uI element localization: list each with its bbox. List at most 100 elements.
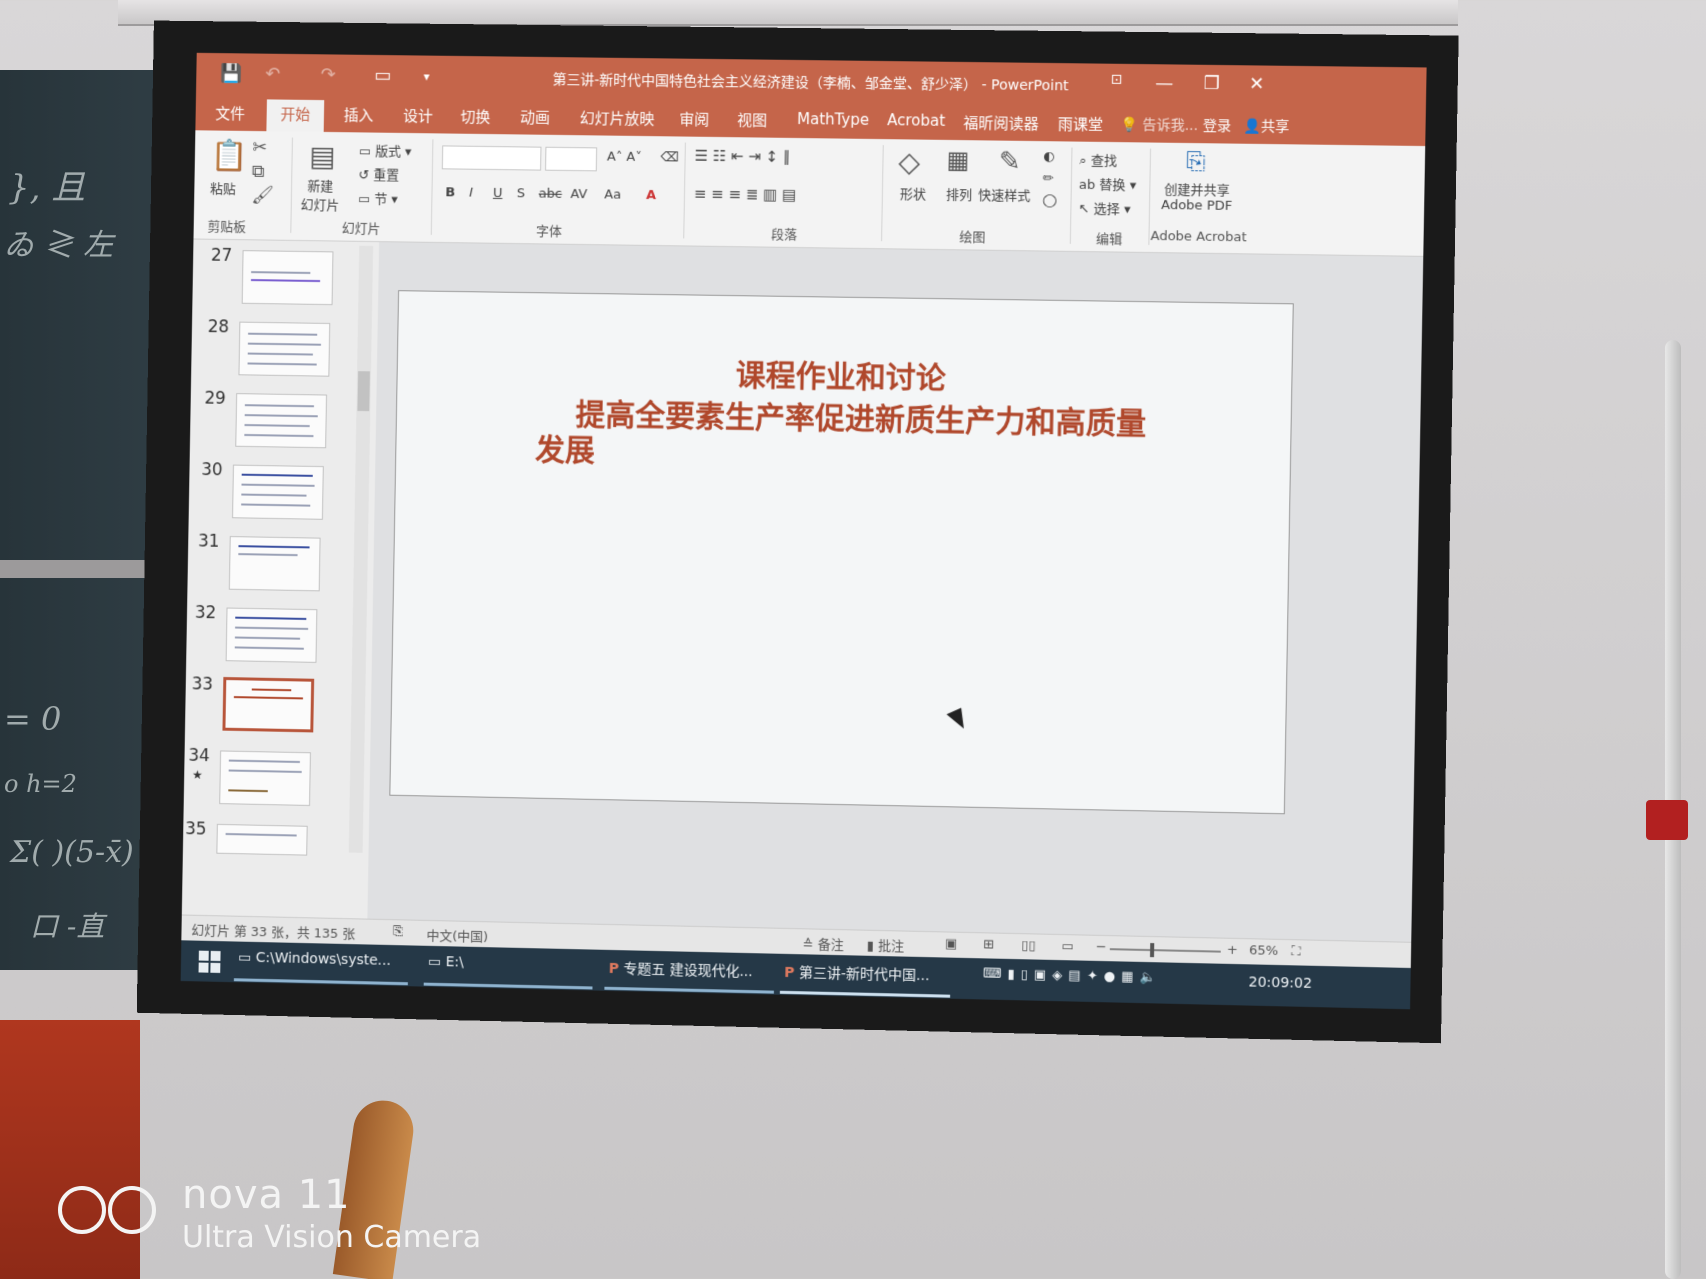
tab-file[interactable]: 文件 — [215, 103, 245, 124]
comments-button[interactable]: ▮ 批注 — [867, 935, 905, 955]
spellcheck-icon[interactable]: ⎘ — [393, 924, 404, 939]
quick-styles-icon[interactable]: ✎ — [999, 147, 1021, 177]
slide-thumbnail[interactable] — [216, 823, 308, 856]
shadow-button[interactable]: S — [517, 186, 525, 201]
clear-format-icon[interactable]: ⌫ — [661, 150, 680, 165]
slideshow-view-icon[interactable]: ▭ — [1061, 939, 1074, 954]
slide-thumbnail[interactable] — [241, 250, 334, 306]
tab-rain-classroom[interactable]: 雨课堂 — [1058, 113, 1104, 135]
create-pdf-button[interactable]: 创建并共享 Adobe PDF — [1161, 179, 1233, 214]
tab-insert[interactable]: 插入 — [344, 104, 374, 125]
undo-icon[interactable]: ↶ — [265, 64, 280, 85]
align-icons[interactable]: ≡ ≡ ≡ ≣ ▥ ▤ — [694, 185, 797, 204]
font-size-input[interactable] — [545, 146, 598, 172]
tab-transitions[interactable]: 切换 — [460, 106, 490, 127]
paste-label[interactable]: 粘贴 — [210, 178, 236, 197]
tab-home[interactable]: 开始 — [266, 99, 325, 133]
grow-font-icon[interactable]: A˄ A˅ — [607, 150, 642, 165]
slide-thumbnail[interactable] — [232, 464, 324, 520]
slide-thumbnail[interactable] — [225, 607, 318, 663]
normal-view-icon[interactable]: ▣ — [945, 936, 958, 951]
arrange-button[interactable]: 排列 — [946, 184, 972, 203]
taskbar-ppt-1[interactable]: P 专题五 建设现代化... — [609, 958, 753, 981]
slide-subtitle[interactable]: 提高全要素生产率促进新质生产力和高质量发展 — [535, 397, 1157, 479]
paste-icon[interactable]: 📋 — [210, 138, 247, 173]
shapes-icon[interactable]: ◇ — [898, 145, 920, 178]
strikethrough-button[interactable]: abc — [539, 187, 562, 202]
shapes-button[interactable]: 形状 — [900, 183, 926, 202]
taskbar-indicator — [233, 978, 408, 986]
scrollbar-thumb[interactable] — [357, 371, 370, 412]
italic-button[interactable]: I — [469, 186, 473, 201]
fit-to-window-icon[interactable]: ⛶ — [1291, 944, 1300, 959]
format-painter-icon[interactable]: 🖌 — [251, 185, 274, 206]
find-button[interactable]: ⌕ 查找 — [1079, 150, 1117, 170]
tab-animations[interactable]: 动画 — [520, 107, 550, 128]
taskbar-ppt-2[interactable]: P 第三讲-新时代中国... — [784, 962, 930, 985]
slide-title[interactable]: 课程作业和讨论 — [735, 350, 946, 397]
font-name-input[interactable] — [441, 145, 542, 171]
login-link[interactable]: 登录 — [1203, 115, 1232, 135]
taskbar-cmd[interactable]: ▭ C:\Windows\syste... — [238, 950, 391, 969]
restore-button[interactable]: ❐ — [1203, 73, 1220, 94]
section-button[interactable]: ▭ 节 ▾ — [358, 188, 398, 207]
change-case-button[interactable]: Aa — [604, 187, 621, 202]
layout-button[interactable]: ▭ 版式 ▾ — [359, 140, 412, 160]
shape-outline-icon[interactable]: ✏ — [1043, 171, 1054, 186]
tab-design[interactable]: 设计 — [403, 105, 433, 126]
customize-toolbar-icon[interactable]: ▾ — [423, 69, 429, 83]
zoom-out-icon[interactable]: − — [1096, 940, 1107, 955]
slide-thumbnail[interactable] — [235, 393, 328, 449]
reset-button[interactable]: ↺ 重置 — [358, 164, 399, 183]
reading-view-icon[interactable]: ▯▯ — [1021, 938, 1036, 953]
save-icon[interactable]: 💾 — [220, 63, 242, 84]
zoom-slider-knob[interactable] — [1149, 943, 1155, 958]
start-slideshow-icon[interactable]: ▭ — [374, 65, 391, 86]
zoom-level[interactable]: 65% — [1249, 943, 1278, 959]
share-button[interactable]: 👤共享 — [1243, 116, 1289, 137]
taskbar-clock[interactable]: 20:09:02 — [1248, 974, 1312, 992]
quick-styles-button[interactable]: 快速样式 — [978, 184, 1031, 204]
arrange-icon[interactable]: ▦ — [946, 146, 969, 174]
redo-icon[interactable]: ↷ — [321, 64, 336, 85]
replace-button[interactable]: ab 替换 ▾ — [1079, 174, 1137, 194]
tab-mathtype[interactable]: MathType — [797, 110, 869, 129]
copy-icon[interactable]: ⧉ — [252, 161, 265, 182]
tab-foxit[interactable]: 福昕阅读器 — [963, 112, 1039, 134]
notes-button[interactable]: ≙ 备注 — [803, 933, 844, 953]
tell-me-search[interactable]: 💡 告诉我... — [1120, 114, 1198, 135]
slide-sorter-icon[interactable]: ⊞ — [983, 937, 994, 952]
ribbon-display-icon[interactable]: ⊡ — [1111, 72, 1123, 88]
current-slide[interactable]: 课程作业和讨论 提高全要素生产率促进新质生产力和高质量发展 — [389, 290, 1294, 815]
tab-slideshow[interactable]: 幻灯片放映 — [580, 107, 655, 129]
char-spacing-button[interactable]: AV — [570, 187, 587, 202]
slide-thumbnail[interactable] — [228, 536, 321, 592]
windows-start-icon[interactable] — [198, 950, 221, 973]
slide-thumbnail[interactable] — [238, 321, 331, 377]
zoom-slider[interactable] — [1109, 943, 1221, 958]
taskbar-indicator-active — [779, 990, 951, 998]
shape-effects-icon[interactable]: ◯ — [1042, 193, 1057, 208]
system-tray-icons[interactable]: ⌨▮▯▣◈▤✦●▦🔈 — [982, 966, 1162, 985]
shape-fill-icon[interactable]: ◐ — [1043, 149, 1055, 164]
cut-icon[interactable]: ✂ — [252, 137, 267, 158]
slide-thumbnail[interactable] — [219, 750, 311, 806]
language-indicator[interactable]: 中文(中国) — [426, 925, 488, 945]
font-color-icon[interactable]: A — [646, 188, 656, 203]
taskbar-explorer[interactable]: ▭ E:\ — [428, 954, 464, 971]
zoom-in-icon[interactable]: + — [1227, 943, 1238, 958]
document-title: 第三讲-新时代中国特色社会主义经济建设（李楠、邹金堂、舒少泽） - PowerP… — [552, 72, 1069, 95]
new-slide-icon[interactable]: ▤ — [309, 140, 336, 173]
select-button[interactable]: ↖ 选择 ▾ — [1078, 198, 1130, 218]
tab-review[interactable]: 审阅 — [679, 109, 709, 130]
create-pdf-icon[interactable]: ⎘ — [1186, 147, 1206, 175]
slide-thumbnail-selected[interactable] — [222, 677, 315, 733]
underline-button[interactable]: U — [493, 186, 503, 201]
bold-button[interactable]: B — [445, 185, 455, 200]
new-slide-button[interactable]: 新建 幻灯片 — [301, 175, 340, 213]
close-button[interactable]: ✕ — [1249, 73, 1265, 94]
minimize-button[interactable]: — — [1155, 72, 1174, 93]
bullets-icon[interactable]: ☰ ☷ ⇤ ⇥ ↕ ∥ — [694, 147, 790, 166]
tab-view[interactable]: 视图 — [737, 109, 767, 130]
tab-acrobat[interactable]: Acrobat — [887, 111, 945, 130]
